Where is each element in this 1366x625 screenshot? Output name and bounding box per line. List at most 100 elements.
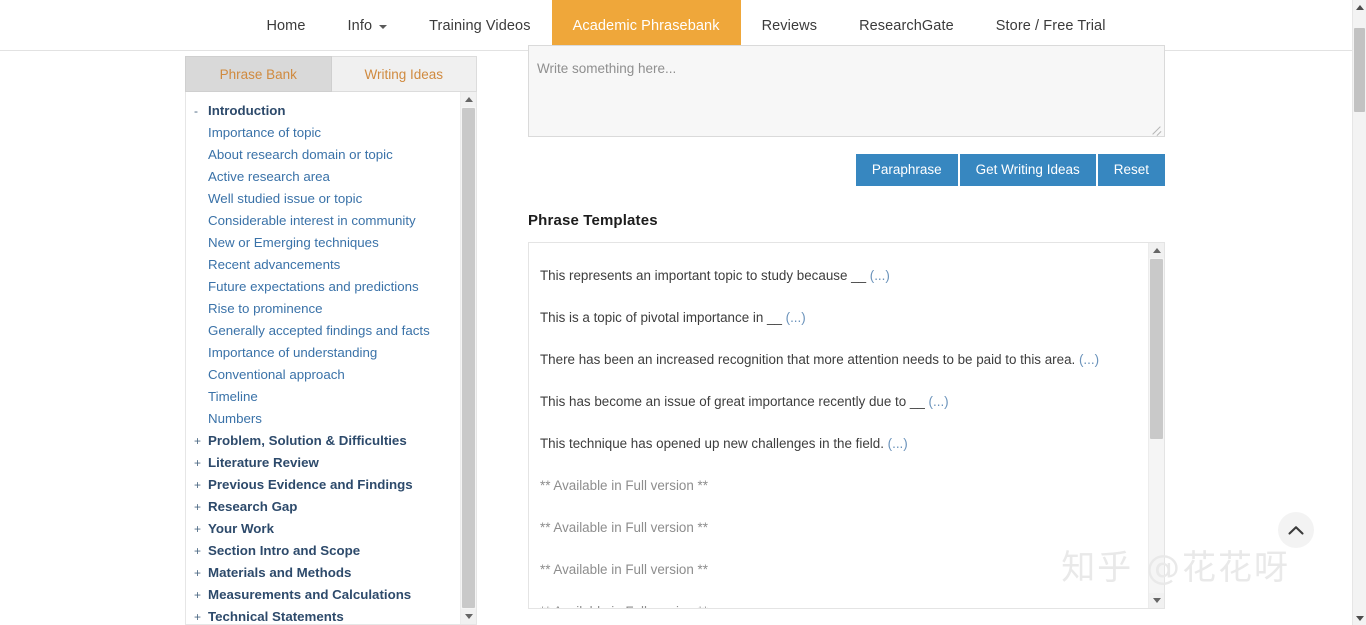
browser-scroll-up-arrow-icon[interactable] [1353, 0, 1366, 14]
phrase-template-locked[interactable]: ** Available in Full version ** [529, 465, 1164, 507]
tree-item[interactable]: Rise to prominence [186, 298, 476, 320]
tree-category[interactable]: + Section Intro and Scope [186, 540, 476, 562]
nav-item-researchgate[interactable]: ResearchGate [838, 0, 975, 51]
phrase-template-item[interactable]: This represents an important topic to st… [529, 255, 1164, 297]
phrase-template-expand-link[interactable]: (...) [866, 268, 890, 283]
sidebar-scrollbar[interactable] [460, 92, 476, 624]
tab-label: Phrase Bank [219, 66, 297, 82]
templates-scrollbar[interactable] [1148, 243, 1164, 608]
phrase-template-locked[interactable]: ** Available in Full version ** [529, 549, 1164, 591]
composer-placeholder: Write something here... [537, 61, 677, 76]
tree-category[interactable]: + Previous Evidence and Findings [186, 474, 476, 496]
tree-category[interactable]: + Materials and Methods [186, 562, 476, 584]
tree-category[interactable]: + Literature Review [186, 452, 476, 474]
nav-item-store-free-trial[interactable]: Store / Free Trial [975, 0, 1127, 51]
tree-item-label: Considerable interest in community [208, 213, 416, 228]
tree-item[interactable]: Recent advancements [186, 254, 476, 276]
tree-item-label: Technical Statements [208, 609, 344, 624]
tree-item[interactable]: Active research area [186, 166, 476, 188]
phrase-template-expand-link[interactable]: (...) [925, 394, 949, 409]
resize-grip-icon[interactable] [1150, 122, 1162, 134]
nav-item-reviews[interactable]: Reviews [741, 0, 839, 51]
expand-icon[interactable]: + [194, 606, 208, 624]
tree-item[interactable]: About research domain or topic [186, 144, 476, 166]
tree-category[interactable]: + Problem, Solution & Difficulties [186, 430, 476, 452]
paraphrase-button[interactable]: Paraphrase [855, 154, 958, 186]
browser-scroll-down-arrow-icon[interactable] [1353, 611, 1366, 625]
tree-item[interactable]: Generally accepted findings and facts [186, 320, 476, 342]
tree-item[interactable]: Timeline [186, 386, 476, 408]
templates-scroll-down-arrow-icon[interactable] [1149, 593, 1164, 608]
browser-scrollbar-thumb[interactable] [1354, 28, 1365, 112]
chevron-down-icon [379, 24, 388, 29]
phrase-template-locked[interactable]: ** Available in Full version ** [529, 591, 1164, 608]
reset-button[interactable]: Reset [1097, 154, 1165, 186]
phrase-template-expand-link[interactable]: (...) [1075, 352, 1099, 367]
nav-item-label: Reviews [761, 17, 818, 34]
tree-item[interactable]: Importance of understanding [186, 342, 476, 364]
phrase-template-item[interactable]: This technique has opened up new challen… [529, 423, 1164, 465]
nav-item-label: Info [347, 17, 373, 34]
phrase-template-text: This has become an issue of great import… [540, 394, 925, 409]
tab-writing-ideas[interactable]: Writing Ideas [331, 56, 477, 92]
text-composer[interactable]: Write something here... [528, 45, 1165, 137]
expand-icon[interactable]: + [194, 562, 208, 584]
tree-item[interactable]: Well studied issue or topic [186, 188, 476, 210]
tree-item[interactable]: Importance of topic [186, 122, 476, 144]
scroll-up-arrow-icon[interactable] [461, 92, 476, 107]
expand-icon[interactable]: + [194, 430, 208, 452]
tree-item-label: Your Work [208, 521, 274, 536]
phrase-template-expand-link[interactable]: (...) [884, 436, 908, 451]
tree-item[interactable]: Conventional approach [186, 364, 476, 386]
nav-item-home[interactable]: Home [245, 0, 326, 51]
tree-item[interactable]: New or Emerging techniques [186, 232, 476, 254]
phrase-template-item[interactable]: This has become an issue of great import… [529, 381, 1164, 423]
expand-icon[interactable]: + [194, 452, 208, 474]
nav-item-label: ResearchGate [859, 17, 954, 34]
phrase-template-item[interactable]: There has been an increased recognition … [529, 339, 1164, 381]
phrase-template-text: ** Available in Full version ** [540, 604, 708, 608]
expand-icon[interactable]: + [194, 540, 208, 562]
tree-item[interactable]: Future expectations and predictions [186, 276, 476, 298]
tree-item-label: Measurements and Calculations [208, 587, 412, 602]
tree-category[interactable]: + Technical Statements [186, 606, 476, 624]
templates-scrollbar-thumb[interactable] [1150, 259, 1163, 439]
nav-item-training-videos[interactable]: Training Videos [408, 0, 551, 51]
get-writing-ideas-button[interactable]: Get Writing Ideas [959, 154, 1096, 186]
phrase-template-expand-link[interactable]: (...) [782, 310, 806, 325]
tree-item-label: Generally accepted findings and facts [208, 323, 430, 338]
tree-category[interactable]: - Introduction [186, 100, 476, 122]
tree-item[interactable]: Numbers [186, 408, 476, 430]
tree-category[interactable]: + Measurements and Calculations [186, 584, 476, 606]
tree-item[interactable]: Considerable interest in community [186, 210, 476, 232]
tree-item-label: Section Intro and Scope [208, 543, 361, 558]
tab-phrase-bank[interactable]: Phrase Bank [185, 56, 332, 92]
expand-icon[interactable]: + [194, 496, 208, 518]
templates-scroll-up-arrow-icon[interactable] [1149, 243, 1164, 258]
phrase-template-item[interactable]: This is a topic of pivotal importance in… [529, 297, 1164, 339]
tree-item-label: Rise to prominence [208, 301, 323, 316]
nav-item-label: Store / Free Trial [995, 17, 1106, 34]
nav-item-label: Home [266, 17, 306, 34]
tree-category[interactable]: + Your Work [186, 518, 476, 540]
expand-icon[interactable]: + [194, 584, 208, 606]
phrase-template-locked[interactable]: ** Available in Full version ** [529, 507, 1164, 549]
nav-item-label: Academic Phrasebank [572, 17, 720, 34]
tree-category[interactable]: + Research Gap [186, 496, 476, 518]
expand-icon[interactable]: + [194, 518, 208, 540]
nav-item-list: Home Info Training Videos Academic Phraseba… [245, 0, 1126, 51]
scroll-to-top-button[interactable] [1278, 512, 1314, 548]
sidebar-scrollbar-thumb[interactable] [462, 108, 475, 608]
expand-icon[interactable]: + [194, 474, 208, 496]
phrase-template-text: This represents an important topic to st… [540, 268, 867, 283]
scroll-down-arrow-icon[interactable] [461, 609, 476, 624]
nav-item-info[interactable]: Info [327, 0, 409, 51]
sidebar: Phrase Bank Writing Ideas - Introduction Im… [185, 56, 477, 625]
nav-item-label: Training Videos [429, 17, 531, 34]
nav-item-academic-phrasebank[interactable]: Academic Phrasebank [551, 0, 741, 51]
tree-item-label: Recent advancements [208, 257, 341, 272]
browser-scrollbar[interactable] [1352, 0, 1366, 625]
collapse-icon[interactable]: - [194, 100, 208, 122]
tree-item-label: Future expectations and predictions [208, 279, 419, 294]
phrase-template-text: ** Available in Full version ** [540, 520, 708, 535]
